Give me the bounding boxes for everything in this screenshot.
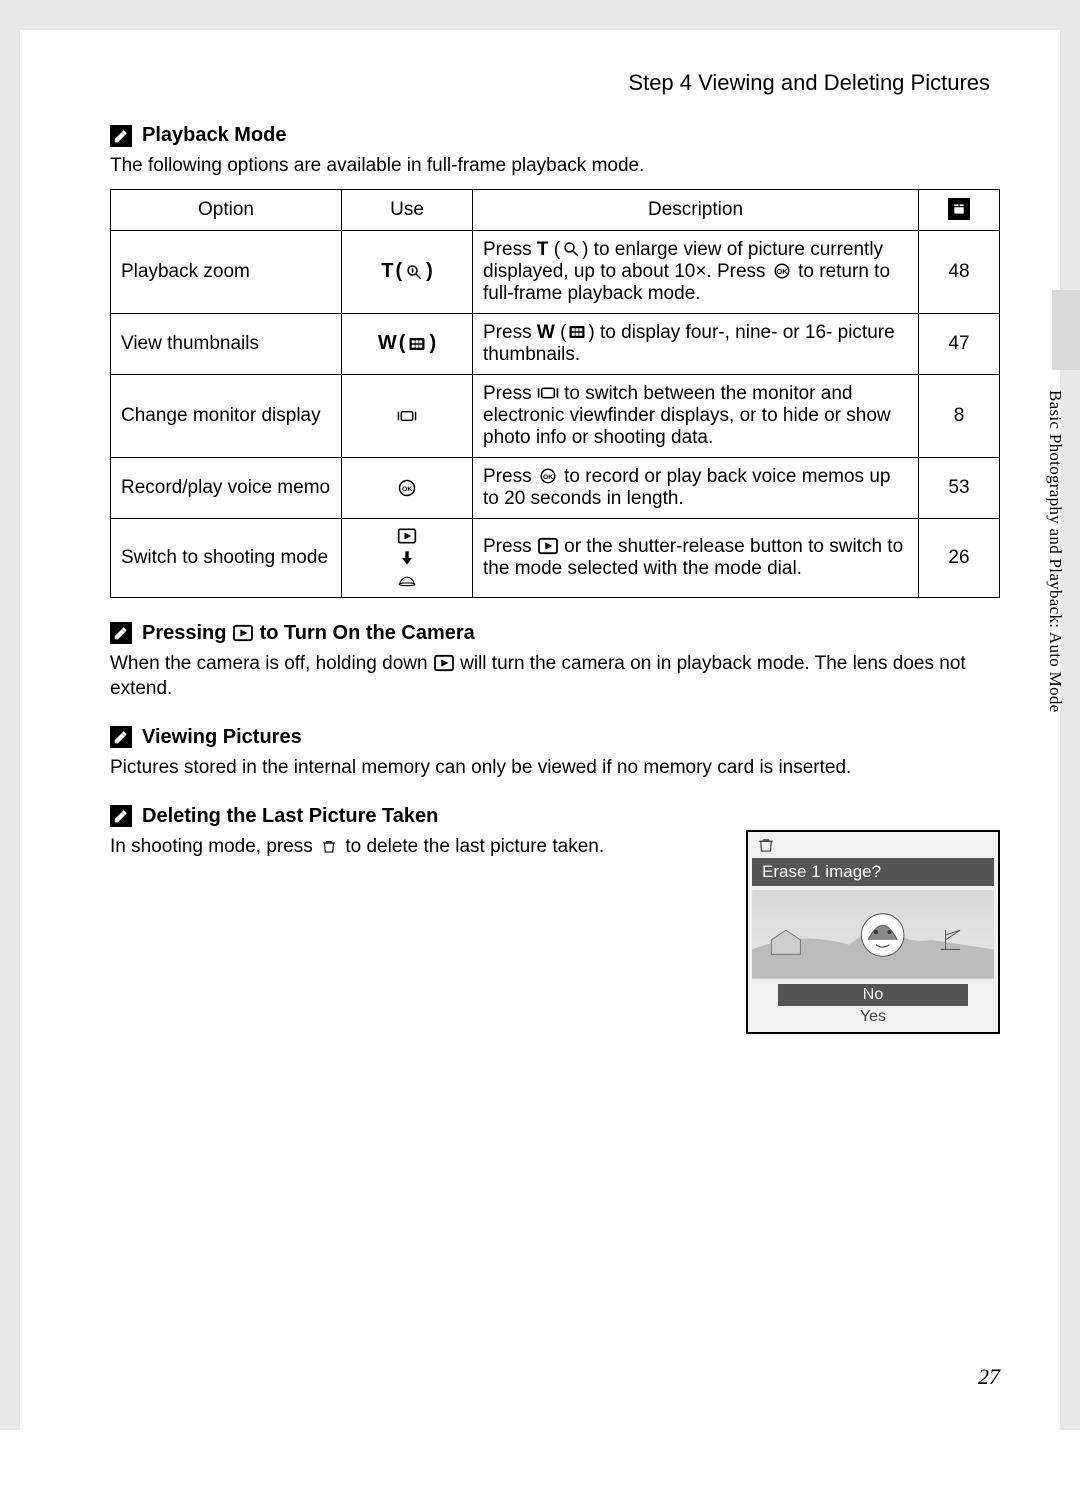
cell-page: 8 xyxy=(919,374,1000,457)
cell-use xyxy=(342,518,473,597)
erase-title: Erase 1 image? xyxy=(752,858,994,886)
erase-preview-image xyxy=(752,890,994,980)
cell-page: 26 xyxy=(919,518,1000,597)
cell-description: Press OK to record or play back voice me… xyxy=(473,457,919,518)
pencil-icon xyxy=(110,622,132,644)
down-arrow-icon xyxy=(397,549,417,567)
magnify-plus-icon xyxy=(404,263,424,281)
step-title: Step 4 Viewing and Deleting Pictures xyxy=(110,70,1000,96)
side-chapter-label: Basic Photography and Playback: Auto Mod… xyxy=(1045,390,1065,713)
monitor-toggle-icon xyxy=(397,407,417,425)
th-description: Description xyxy=(473,189,919,230)
th-option: Option xyxy=(111,189,342,230)
table-row: Playback zoom T ( ) Press T () to enlarg… xyxy=(111,230,1000,313)
playback-mode-intro: The following options are available in f… xyxy=(110,153,1000,179)
cell-use: T ( ) xyxy=(342,230,473,313)
paren-close: ) xyxy=(426,260,433,283)
thumbnail-grid-icon xyxy=(566,323,588,341)
cell-use: OK xyxy=(342,457,473,518)
table-row: Record/play voice memo OK Press OK to re… xyxy=(111,457,1000,518)
pressing-play-body: When the camera is off, holding down wil… xyxy=(110,651,1000,702)
svg-text:OK: OK xyxy=(776,267,788,276)
paren-open: ( xyxy=(395,260,402,283)
section-deleting-last: Deleting the Last Picture Taken xyxy=(110,805,1000,828)
svg-text:OK: OK xyxy=(402,486,412,493)
playback-button-icon xyxy=(232,624,254,642)
playback-button-icon xyxy=(433,654,455,672)
thumbnail-grid-icon xyxy=(407,335,427,353)
use-label: W xyxy=(378,332,397,355)
cell-option: Playback zoom xyxy=(111,230,342,313)
table-row: View thumbnails W ( ) Press W () to disp… xyxy=(111,313,1000,374)
section-playback-mode: Playback Mode xyxy=(110,124,1000,147)
playback-button-icon xyxy=(397,527,417,545)
th-use: Use xyxy=(342,189,473,230)
table-row: Change monitor display Press to switch b… xyxy=(111,374,1000,457)
side-tab xyxy=(1052,290,1080,370)
shooting-mode-icon xyxy=(397,571,417,589)
paren-open: ( xyxy=(399,332,406,355)
pencil-icon xyxy=(110,125,132,147)
cell-option: Switch to shooting mode xyxy=(111,518,342,597)
ok-button-icon: OK xyxy=(397,479,417,497)
viewing-pictures-body: Pictures stored in the internal memory c… xyxy=(110,755,1000,781)
section-pressing-play: Pressing to Turn On the Camera xyxy=(110,622,1000,645)
cell-page: 48 xyxy=(919,230,1000,313)
ok-button-icon: OK xyxy=(537,467,559,485)
magnify-plus-icon xyxy=(560,240,582,258)
cell-page: 47 xyxy=(919,313,1000,374)
cell-page: 53 xyxy=(919,457,1000,518)
erase-option-no[interactable]: No xyxy=(778,984,968,1006)
pencil-icon xyxy=(110,805,132,827)
playback-options-table: Option Use Description Playback zoom T ( xyxy=(110,189,1000,598)
cell-option: Record/play voice memo xyxy=(111,457,342,518)
cell-option: View thumbnails xyxy=(111,313,342,374)
section-viewing-pictures: Viewing Pictures xyxy=(110,726,1000,749)
heading-text: Deleting the Last Picture Taken xyxy=(142,805,438,828)
cell-description: Press or the shutter-release button to s… xyxy=(473,518,919,597)
erase-dialog: Erase 1 image? No Yes xyxy=(746,830,1000,1034)
use-label: T xyxy=(381,260,393,283)
cell-description: Press to switch between the monitor and … xyxy=(473,374,919,457)
page-number: 27 xyxy=(978,1364,1000,1390)
cell-use xyxy=(342,374,473,457)
paren-close: ) xyxy=(429,332,436,355)
heading-text: Playback Mode xyxy=(142,124,287,147)
ok-button-icon: OK xyxy=(771,262,793,280)
pencil-icon xyxy=(110,726,132,748)
table-row: Switch to shooting mode Press or the shu… xyxy=(111,518,1000,597)
th-pageref xyxy=(919,189,1000,230)
trash-icon xyxy=(756,836,776,854)
monitor-toggle-icon xyxy=(537,384,559,402)
trash-icon xyxy=(318,837,340,855)
cell-description: Press W () to display four-, nine- or 16… xyxy=(473,313,919,374)
svg-text:OK: OK xyxy=(543,474,553,481)
cell-description: Press T () to enlarge view of picture cu… xyxy=(473,230,919,313)
heading-text: Pressing to Turn On the Camera xyxy=(142,622,475,645)
manual-icon xyxy=(948,198,970,220)
cell-option: Change monitor display xyxy=(111,374,342,457)
playback-button-icon xyxy=(537,537,559,555)
heading-text: Viewing Pictures xyxy=(142,726,302,749)
cell-use: W ( ) xyxy=(342,313,473,374)
erase-option-yes[interactable]: Yes xyxy=(778,1006,968,1028)
